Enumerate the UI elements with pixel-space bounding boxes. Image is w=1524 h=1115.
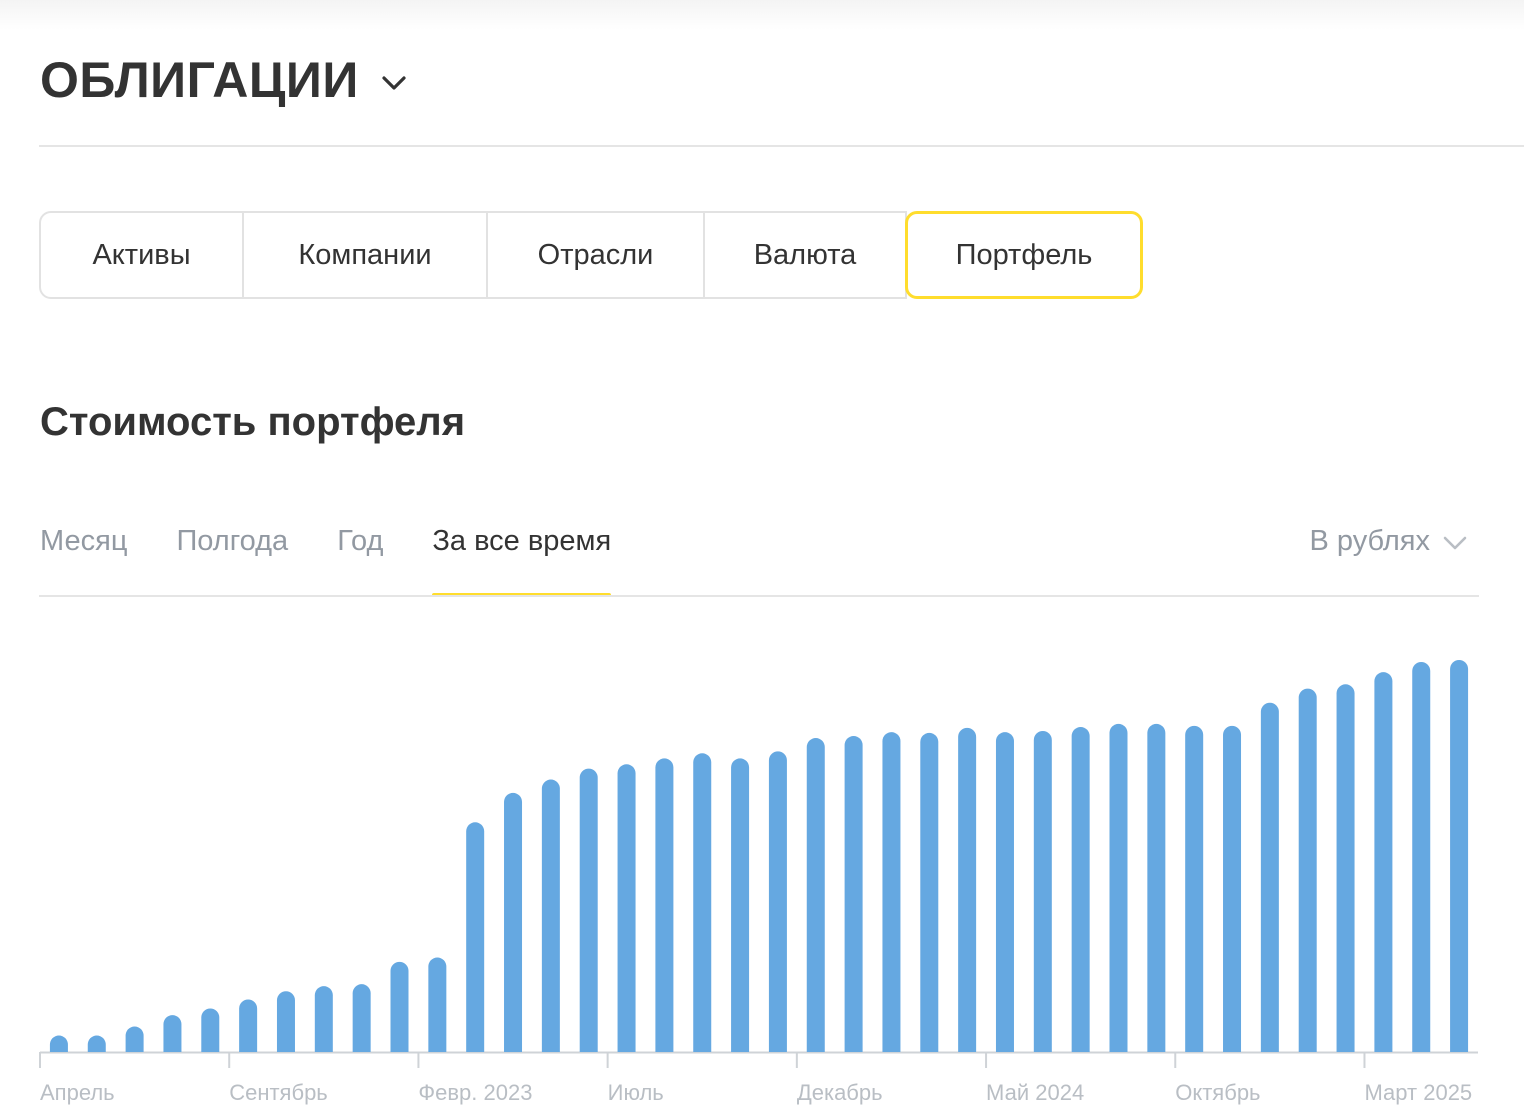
- chart-bar[interactable]: [428, 957, 447, 1052]
- tab-label: Валюта: [753, 238, 857, 271]
- chart-bar[interactable]: [655, 758, 674, 1052]
- chart-bar[interactable]: [731, 758, 750, 1052]
- portfolio-value-bar-chart: Апрель Сентябрь Февр. 2023 Июль Декабрь Май 2…: [39, 660, 1478, 1105]
- chart-bar[interactable]: [87, 1035, 106, 1052]
- x-tick-label: Июль: [608, 1080, 664, 1105]
- period-label: За все время: [432, 525, 612, 557]
- tab-label: Портфель: [955, 238, 1093, 271]
- chart-bar[interactable]: [1109, 723, 1128, 1052]
- page-title: ОБЛИГАЦИИ: [40, 52, 359, 108]
- category-selector[interactable]: ОБЛИГАЦИИ: [40, 50, 407, 110]
- period-divider: [39, 595, 1479, 597]
- tab-portfolio[interactable]: Портфель: [905, 211, 1143, 299]
- x-tick-label: Октябрь: [1175, 1080, 1260, 1105]
- header-divider: [39, 145, 1524, 147]
- chart-bar[interactable]: [1185, 725, 1204, 1052]
- chart-bar[interactable]: [1260, 702, 1279, 1052]
- currency-dropdown[interactable]: В рублях: [1310, 519, 1468, 563]
- tab-label: Компании: [298, 238, 432, 271]
- tab-companies[interactable]: Компании: [242, 211, 488, 299]
- chart-bar[interactable]: [995, 732, 1014, 1052]
- chart-bar[interactable]: [617, 764, 636, 1052]
- chart-bar[interactable]: [239, 999, 258, 1052]
- currency-label: В рублях: [1309, 524, 1430, 557]
- chart-bar[interactable]: [352, 984, 371, 1052]
- chart-bar[interactable]: [314, 986, 333, 1052]
- chart-bar[interactable]: [1336, 684, 1355, 1052]
- x-tick-label: Февр. 2023: [418, 1080, 532, 1105]
- chart-bar[interactable]: [693, 753, 712, 1052]
- period-selector: Месяц Полгода Год За все время: [40, 519, 660, 597]
- chart-bar[interactable]: [1298, 688, 1317, 1052]
- chart-bar[interactable]: [806, 738, 825, 1052]
- x-tick-label: Декабрь: [797, 1080, 883, 1105]
- segment-tabs: Активы Компании Отрасли Валюта Портфель: [39, 211, 1143, 299]
- tab-industries[interactable]: Отрасли: [486, 211, 705, 299]
- chart-bar[interactable]: [49, 1035, 68, 1052]
- chart-bar[interactable]: [958, 727, 977, 1052]
- chart-bar[interactable]: [390, 961, 409, 1052]
- chart-bar[interactable]: [541, 779, 560, 1052]
- chart-bar[interactable]: [882, 732, 901, 1052]
- chart-bar[interactable]: [466, 822, 485, 1052]
- top-shade: [0, 0, 1524, 30]
- period-year[interactable]: Год: [337, 519, 383, 597]
- period-label: Полгода: [176, 525, 289, 557]
- period-half-year[interactable]: Полгода: [176, 519, 288, 597]
- chart-bar[interactable]: [504, 792, 523, 1052]
- section-title: Стоимость портфеля: [40, 400, 466, 444]
- tab-assets[interactable]: Активы: [39, 211, 244, 299]
- period-label: Год: [337, 525, 384, 557]
- chart-bar[interactable]: [920, 732, 939, 1052]
- x-tick-label: Апрель: [40, 1080, 115, 1105]
- chart-bar[interactable]: [163, 1015, 182, 1052]
- chart-bar[interactable]: [1412, 661, 1431, 1052]
- chart-bar[interactable]: [1071, 727, 1090, 1052]
- chart-bar[interactable]: [276, 991, 295, 1052]
- chart-bar[interactable]: [768, 751, 787, 1052]
- chart-bar[interactable]: [1374, 672, 1393, 1052]
- x-tick-label: Сентябрь: [229, 1080, 328, 1105]
- chevron-down-icon[interactable]: [1442, 535, 1468, 551]
- chart-bar[interactable]: [1450, 660, 1469, 1052]
- chart-bar[interactable]: [1223, 725, 1242, 1052]
- chart-bar[interactable]: [1033, 730, 1052, 1052]
- tab-label: Отрасли: [537, 238, 654, 271]
- period-all-time[interactable]: За все время: [432, 519, 611, 597]
- chevron-down-icon[interactable]: [381, 75, 407, 91]
- chart-bar[interactable]: [1147, 723, 1166, 1052]
- chart-bar[interactable]: [844, 736, 863, 1052]
- chart-bar[interactable]: [579, 768, 598, 1052]
- x-tick-label: Март 2025: [1364, 1080, 1472, 1105]
- period-label: Месяц: [40, 525, 128, 557]
- x-tick-label: Май 2024: [986, 1080, 1084, 1105]
- period-month[interactable]: Месяц: [40, 519, 127, 597]
- tab-currency[interactable]: Валюта: [703, 211, 907, 299]
- tab-label: Активы: [92, 238, 191, 271]
- chart-bar[interactable]: [201, 1008, 220, 1052]
- chart-bar[interactable]: [125, 1026, 144, 1052]
